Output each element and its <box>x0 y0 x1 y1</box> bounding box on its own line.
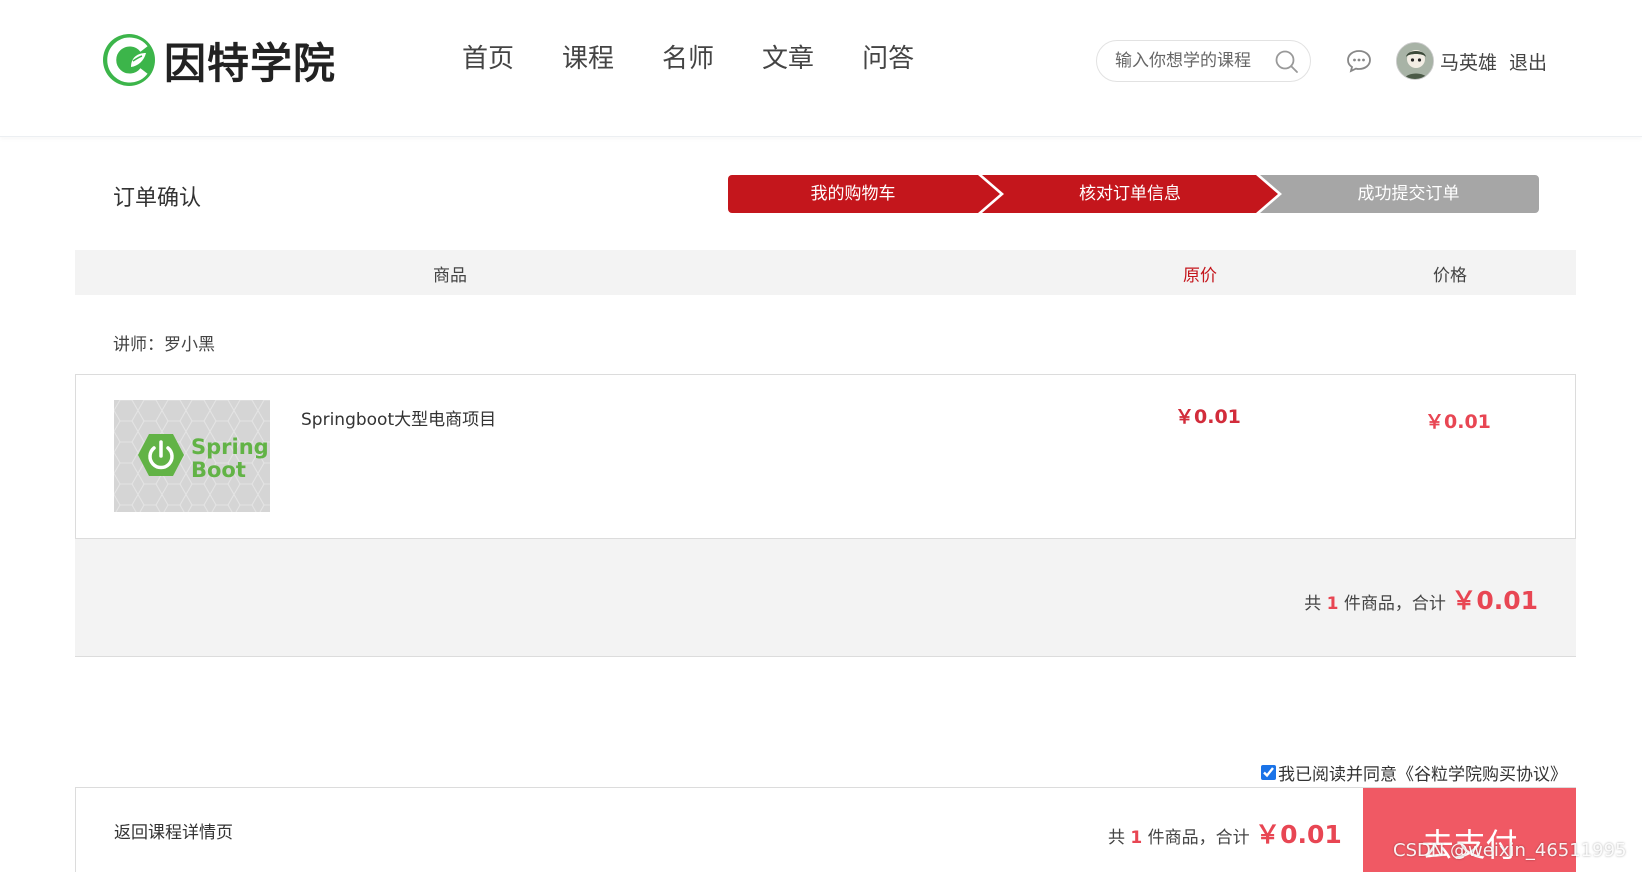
logo-word-spring: Spring <box>191 435 269 459</box>
order-summary: 共 1 件商品，合计 ￥0.01 <box>75 539 1576 657</box>
page-title: 订单确认 <box>113 186 202 211</box>
main-nav: 首页 课程 名师 文章 问答 <box>462 38 962 75</box>
nav-articles[interactable]: 文章 <box>762 38 814 75</box>
bottom-middle: 件商品，合计 <box>1147 828 1250 848</box>
table-header: 商品 原价 价格 <box>75 250 1576 295</box>
header-price: 价格 <box>1433 266 1467 286</box>
agreement-checkbox[interactable] <box>1261 765 1276 780</box>
summary-middle: 件商品，合计 <box>1343 594 1446 614</box>
header-original-price: 原价 <box>1183 266 1217 286</box>
search-icon[interactable] <box>1274 49 1300 75</box>
logo-word-boot: Boot <box>191 458 246 482</box>
nav-qa[interactable]: 问答 <box>862 38 914 75</box>
avatar-image <box>1397 43 1433 79</box>
item-price: ￥0.01 <box>1425 411 1491 433</box>
bottom-summary: 共 1 件商品，合计 ￥0.01 <box>1108 815 1342 851</box>
header-product: 商品 <box>433 266 467 286</box>
step-submit-success: 成功提交订单 <box>1357 184 1460 204</box>
top-header: 因特学院 首页 课程 名师 文章 问答 马英雄 退出 <box>0 0 1642 137</box>
logout-link[interactable]: 退出 <box>1509 48 1547 75</box>
bottom-count: 1 <box>1130 828 1143 848</box>
summary-count: 1 <box>1326 594 1339 614</box>
username[interactable]: 马英雄 <box>1440 48 1497 75</box>
summary-total: ￥0.01 <box>1451 586 1538 615</box>
avatar[interactable] <box>1396 42 1434 80</box>
logo-text: 因特学院 <box>164 38 337 88</box>
summary-prefix: 共 <box>1304 594 1322 614</box>
search-box <box>1096 40 1311 82</box>
site-logo[interactable]: 因特学院 <box>100 30 336 90</box>
spring-boot-logo: Spring Boot <box>114 400 270 512</box>
bottom-total: ￥0.01 <box>1255 820 1342 849</box>
summary-line: 共 1 件商品，合计 ￥0.01 <box>1304 581 1538 617</box>
nav-courses[interactable]: 课程 <box>562 38 614 75</box>
agreement[interactable]: 我已阅读并同意《谷粒学院购买协议》 <box>1261 760 1567 785</box>
course-name-link[interactable]: Springboot大型电商项目 <box>301 405 496 430</box>
agreement-text[interactable]: 我已阅读并同意《谷粒学院购买协议》 <box>1278 760 1567 785</box>
item-original-price: ￥0.01 <box>1175 406 1241 428</box>
nav-home[interactable]: 首页 <box>462 38 514 75</box>
csdn-watermark: CSDN @weixin_46511995 <box>1393 840 1627 861</box>
message-icon[interactable] <box>1346 49 1372 73</box>
logo-icon <box>103 34 155 86</box>
teacher-label: 讲师：罗小黑 <box>113 335 215 355</box>
back-to-course-link[interactable]: 返回课程详情页 <box>114 818 233 843</box>
order-steps: 我的购物车 核对订单信息 成功提交订单 <box>728 175 1539 213</box>
step-verify-order: 核对订单信息 <box>1079 184 1181 204</box>
bottom-prefix: 共 <box>1108 828 1125 848</box>
nav-teachers[interactable]: 名师 <box>662 38 714 75</box>
order-item-row: Spring Boot Springboot大型电商项目 ￥0.01 ￥0.01 <box>75 374 1576 539</box>
search-input[interactable] <box>1115 50 1270 72</box>
bottom-bar: 返回课程详情页 共 1 件商品，合计 ￥0.01 <box>75 787 1576 872</box>
course-thumbnail[interactable]: Spring Boot <box>114 400 270 512</box>
step-cart: 我的购物车 <box>810 184 896 204</box>
